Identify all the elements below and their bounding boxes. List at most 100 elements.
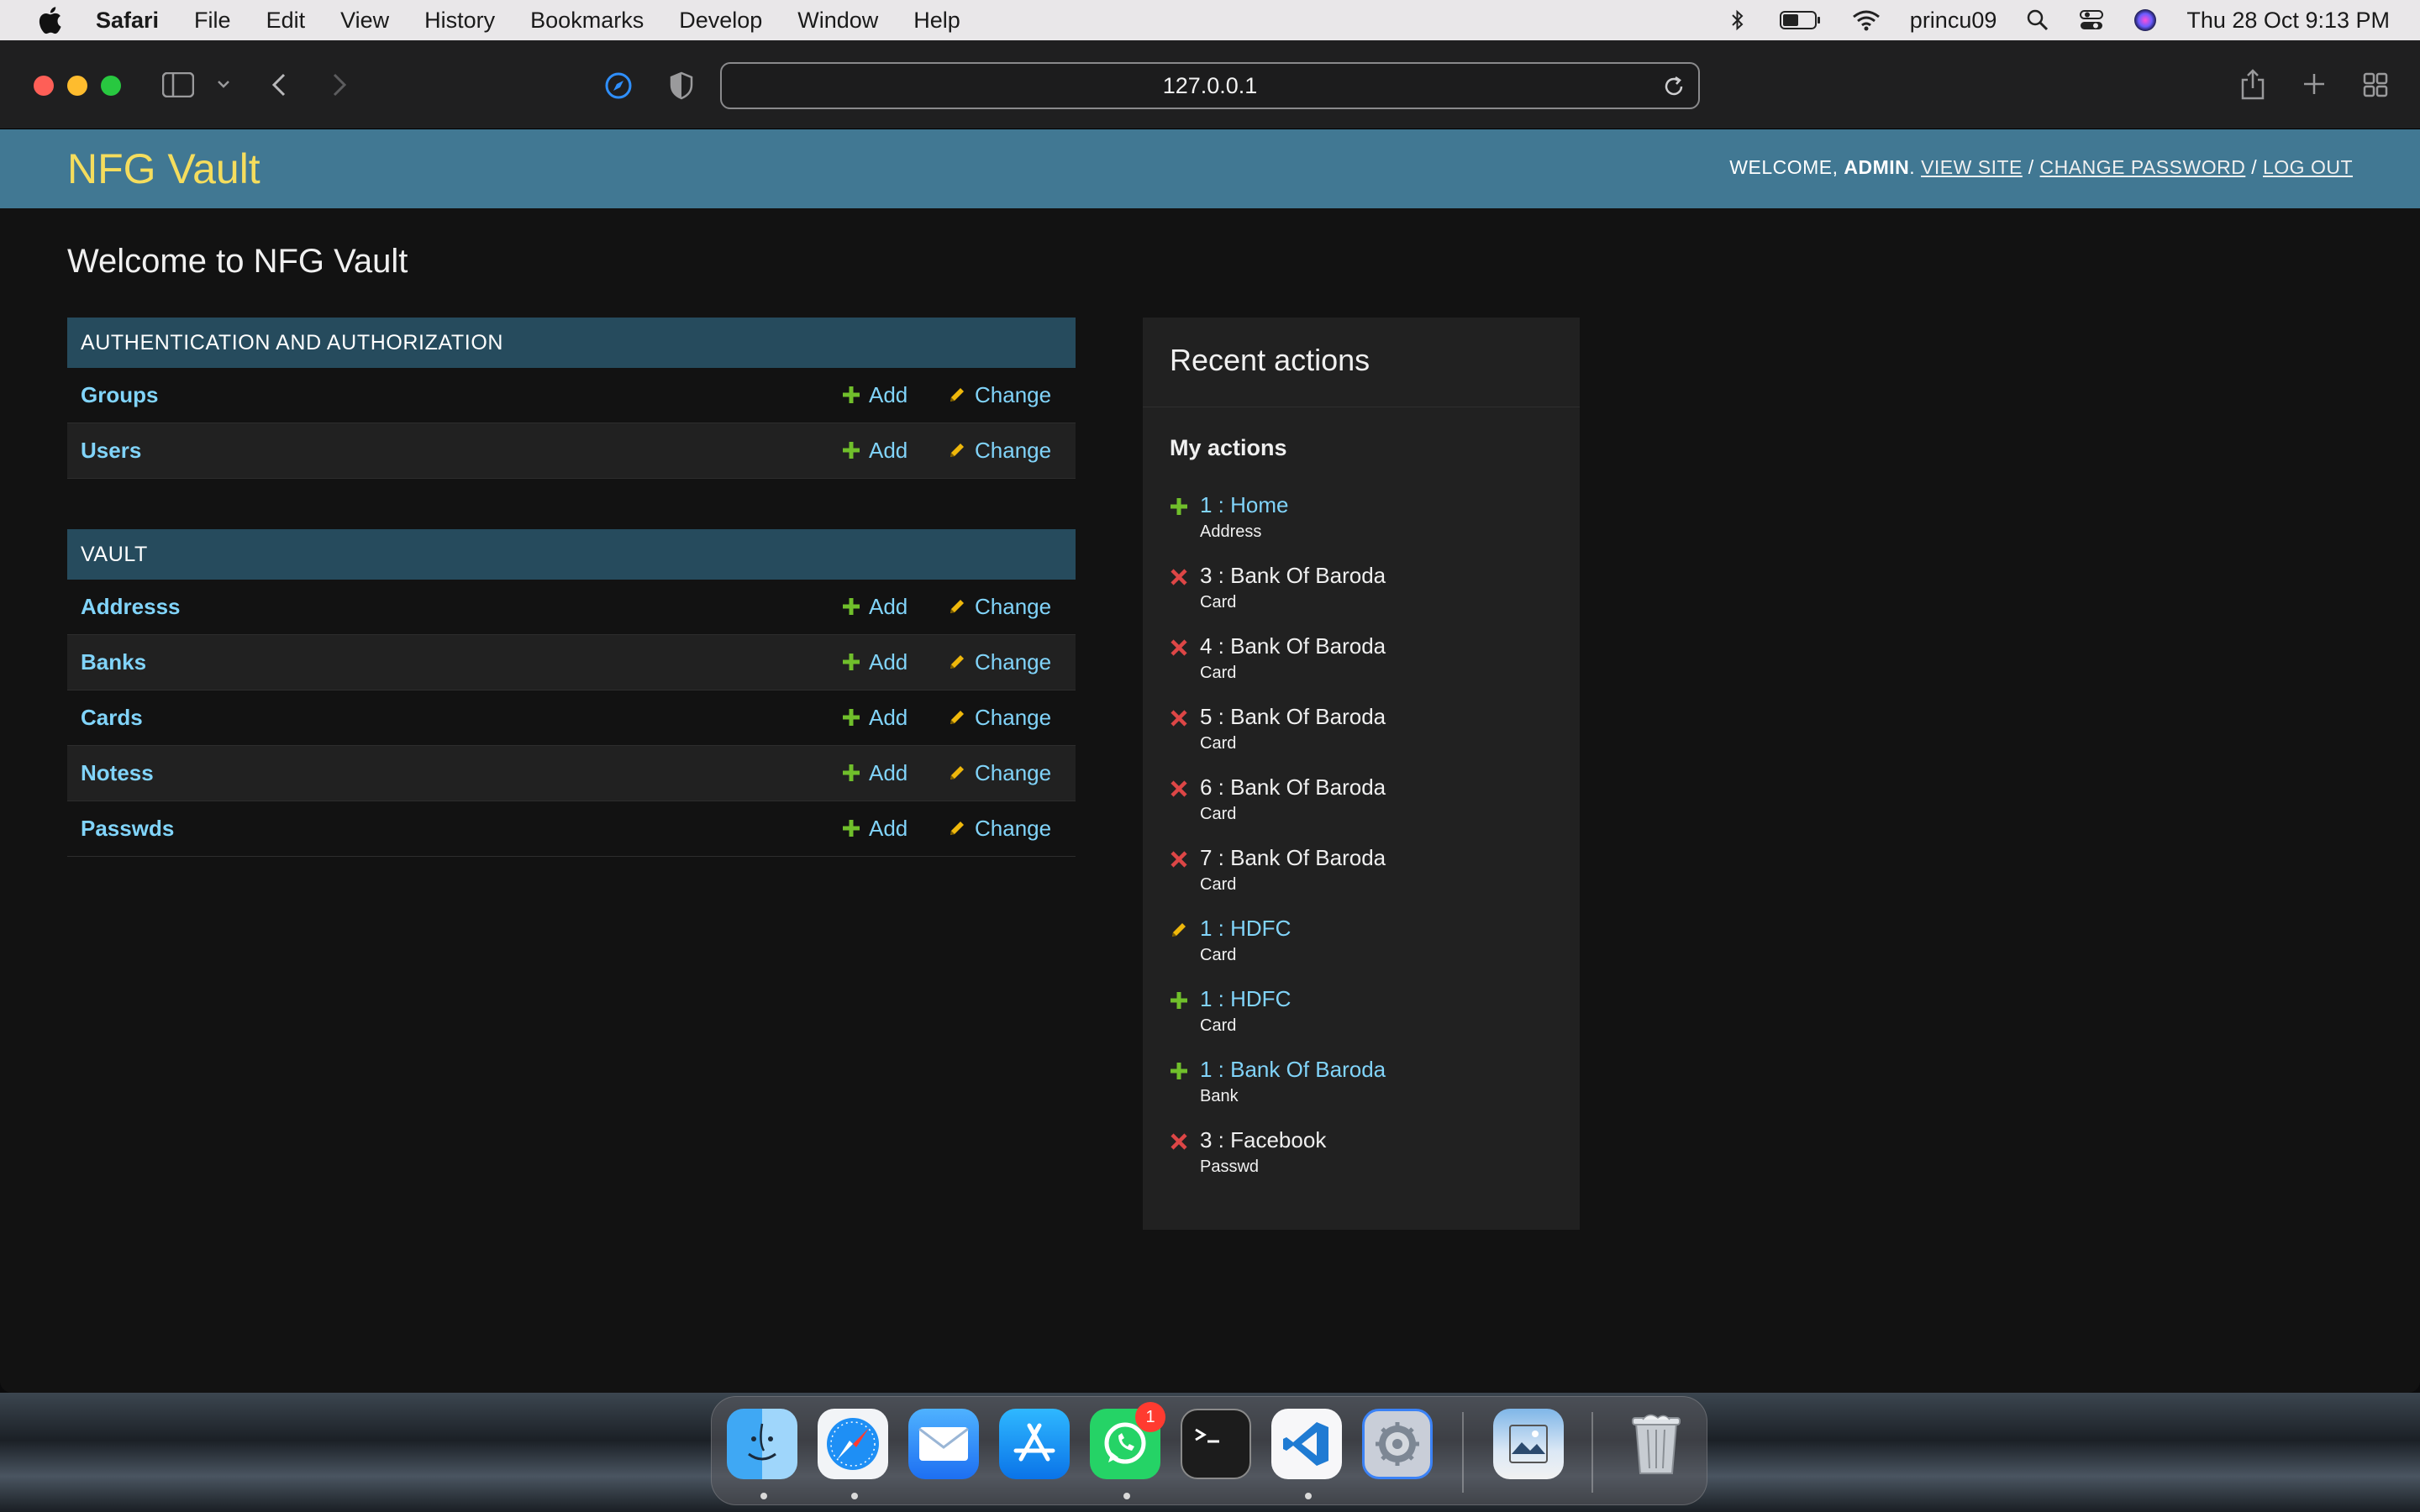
recent-action-link[interactable]: 1 : Home [1200,492,1289,518]
model-link-groups[interactable]: Groups [81,382,158,408]
menu-window[interactable]: Window [797,8,878,34]
change-password-link[interactable]: Change password [2040,156,2246,178]
sidebar-toggle-icon[interactable] [161,71,195,99]
add-label: Add [869,438,908,463]
add-label: Add [869,760,908,785]
share-icon[interactable] [2238,67,2267,101]
tab-overview-icon[interactable] [2361,71,2390,99]
change-label: Change [975,816,1052,841]
model-row-groups: Groups Add Change [67,368,1076,423]
apple-logo-icon[interactable] [37,6,62,34]
privacy-shield-icon[interactable] [667,71,696,101]
preview-icon[interactable] [1493,1409,1564,1479]
chevron-down-icon[interactable] [215,76,232,92]
page-title: Welcome to NFG Vault [67,243,408,280]
module-caption[interactable]: VAULT [67,529,1076,580]
menu-develop[interactable]: Develop [679,8,762,34]
recent-action-type: Card [1200,875,1237,894]
add-cards-button[interactable]: Add [842,705,908,731]
terminal-icon[interactable] [1181,1409,1251,1479]
recent-action-link[interactable]: 1 : Bank Of Baroda [1200,1057,1386,1083]
add-addresss-button[interactable]: Add [842,594,908,620]
site-title[interactable]: NFG Vault [67,144,260,193]
log-out-link[interactable]: Log out [2263,156,2353,178]
menu-history[interactable]: History [424,8,495,34]
wifi-icon[interactable] [1851,8,1881,33]
recent-action-type: Card [1200,664,1237,682]
add-action-plus-icon [1170,497,1190,517]
vscode-icon[interactable] [1271,1409,1342,1479]
menu-username[interactable]: princu09 [1910,8,1997,34]
recent-action-type: Card [1200,805,1237,823]
add-label: Add [869,816,908,841]
address-url: 127.0.0.1 [1162,72,1258,98]
admin-page: NFG Vault Welcome, admin. View site / Ch… [0,129,2420,1393]
add-users-button[interactable]: Add [842,438,908,464]
trash-icon[interactable] [1621,1409,1691,1479]
add-notess-button[interactable]: Add [842,760,908,786]
change-addresss-button[interactable]: Change [948,594,1051,620]
add-banks-button[interactable]: Add [842,649,908,675]
recent-action-label: 3 : Facebook [1200,1127,1327,1152]
menu-edit[interactable]: Edit [266,8,306,34]
recent-action-link[interactable]: 1 : HDFC [1200,986,1291,1012]
back-arrow-icon[interactable] [269,71,289,99]
running-indicator [760,1493,767,1499]
finder-icon[interactable] [727,1409,797,1479]
change-passwds-button[interactable]: Change [948,816,1051,842]
app-store-icon[interactable] [999,1409,1070,1479]
menu-clock[interactable]: Thu 28 Oct 9:13 PM [2186,8,2390,34]
reload-icon[interactable] [1661,74,1686,99]
change-label: Change [975,438,1052,463]
change-label: Change [975,382,1052,407]
menu-file[interactable]: File [194,8,231,34]
minimize-window-button[interactable] [67,76,87,96]
menu-bookmarks[interactable]: Bookmarks [530,8,644,34]
model-row-cards: Cards Add Change [67,690,1076,746]
model-link-passwds[interactable]: Passwds [81,816,174,842]
recent-actions-panel: Recent actions My actions 1 : Home Addre… [1143,318,1580,1230]
model-link-banks[interactable]: Banks [81,649,146,675]
bluetooth-icon[interactable] [1725,8,1750,33]
change-groups-button[interactable]: Change [948,382,1051,408]
menu-help[interactable]: Help [913,8,960,34]
zoom-window-button[interactable] [101,76,121,96]
model-link-notess[interactable]: Notess [81,760,154,786]
menu-view[interactable]: View [340,8,389,34]
change-banks-button[interactable]: Change [948,649,1051,675]
view-site-link[interactable]: View site [1921,156,2023,178]
pencil-icon [948,653,968,673]
add-groups-button[interactable]: Add [842,382,908,408]
safari-icon[interactable] [818,1409,888,1479]
system-preferences-icon[interactable] [1362,1409,1433,1479]
control-center-icon[interactable] [2079,8,2104,33]
forward-arrow-icon[interactable] [329,71,350,99]
extension-compass-icon[interactable] [603,71,634,101]
new-tab-plus-icon[interactable] [2301,71,2328,97]
recent-action-label: 7 : Bank Of Baroda [1200,845,1386,870]
model-link-users[interactable]: Users [81,438,141,464]
menu-app-name[interactable]: Safari [96,8,159,34]
recent-action-type: Card [1200,946,1237,964]
spotlight-search-icon[interactable] [2025,8,2050,33]
model-link-addresss[interactable]: Addresss [81,594,181,620]
change-notess-button[interactable]: Change [948,760,1051,786]
change-users-button[interactable]: Change [948,438,1051,464]
add-passwds-button[interactable]: Add [842,816,908,842]
recent-action-link[interactable]: 1 : HDFC [1200,916,1291,942]
plus-icon [842,819,862,839]
delete-action-x-icon [1170,568,1190,588]
module-caption[interactable]: AUTHENTICATION AND AUTHORIZATION [67,318,1076,368]
welcome-username: admin [1844,156,1910,178]
battery-icon[interactable] [1779,8,1823,33]
close-window-button[interactable] [34,76,54,96]
model-link-cards[interactable]: Cards [81,705,143,731]
running-indicator [851,1493,858,1499]
mail-icon[interactable] [908,1409,979,1479]
siri-icon[interactable] [2133,8,2158,33]
change-cards-button[interactable]: Change [948,705,1051,731]
add-label: Add [869,649,908,675]
pencil-icon [948,386,968,406]
address-bar[interactable]: 127.0.0.1 [720,62,1700,109]
model-row-passwds: Passwds Add Change [67,801,1076,857]
